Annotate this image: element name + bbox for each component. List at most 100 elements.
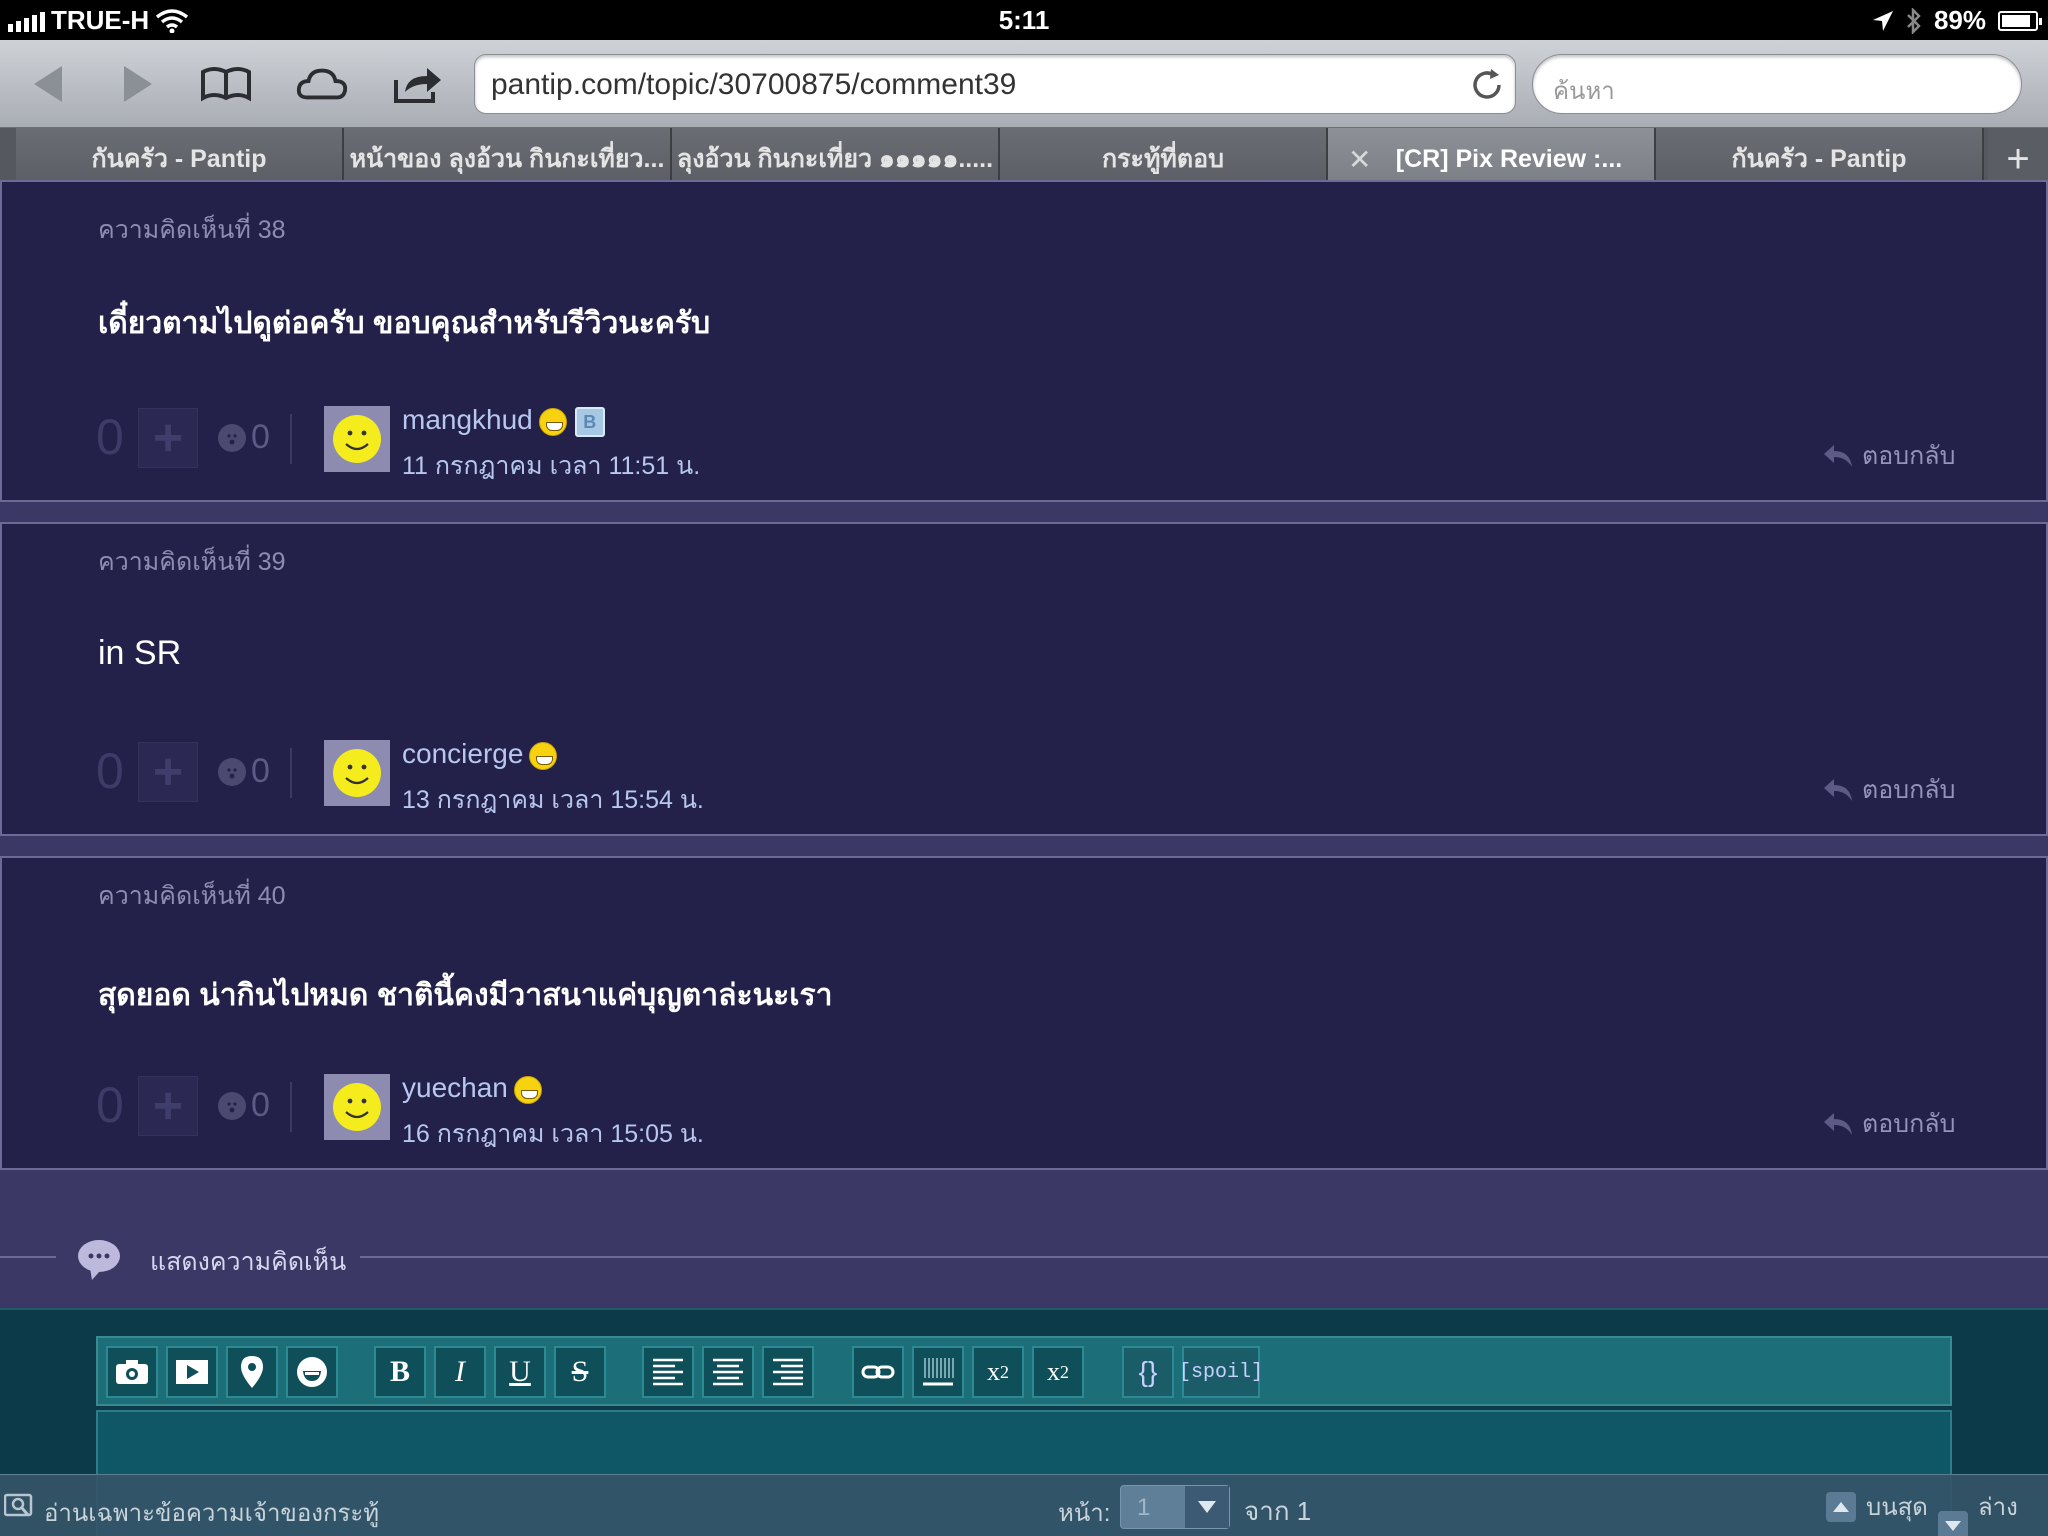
superscript-exp: 2 (1000, 1361, 1009, 1382)
code-button[interactable]: {} (1122, 1346, 1174, 1398)
forward-button[interactable] (112, 58, 164, 110)
page-select-value: 1 (1137, 1494, 1151, 1521)
italic-button[interactable]: I (434, 1346, 486, 1398)
laugh-emoji-icon (513, 1075, 542, 1104)
search-field[interactable]: ค้นหา (1532, 54, 2022, 114)
browser-toolbar: pantip.com/topic/30700875/comment39 ค้นห… (0, 40, 2048, 128)
share-icon (394, 68, 441, 103)
reload-icon[interactable] (1469, 67, 1505, 103)
insert-photo-button[interactable] (106, 1346, 158, 1398)
plus-vote-button[interactable]: + (138, 408, 198, 468)
username-link[interactable]: yuechan (402, 1072, 508, 1103)
align-center-button[interactable] (702, 1346, 754, 1398)
superscript-button[interactable]: x2 (972, 1346, 1024, 1398)
bookmarks-button[interactable] (200, 58, 252, 110)
comment-date: 16 กรกฎาคม เวลา 15:05 น. (402, 1120, 704, 1148)
reply-label: ตอบกลับ (1862, 776, 1956, 804)
comment-card: ความคิดเห็นที่ 39 in SR 0 + 0 concierge … (0, 522, 2048, 836)
reply-arrow-icon (1824, 1113, 1852, 1135)
username-link[interactable]: concierge (402, 738, 523, 769)
page-total: จาก 1 (1244, 1496, 1312, 1526)
bottom-nav-bar: อ่านเฉพาะข้อความเจ้าของกระทู้ หน้า: 1 จา… (0, 1474, 2048, 1536)
owner-filter-icon[interactable] (4, 1491, 36, 1521)
insert-map-button[interactable] (226, 1346, 278, 1398)
comment-card: ความคิดเห็นที่ 38 เดี๋ยวตามไปดูต่อครับ ข… (0, 180, 2048, 502)
tab-label: กันครัว - Pantip (1731, 145, 1907, 173)
smiley-avatar-icon (333, 1083, 381, 1131)
username-link[interactable]: mangkhud (402, 404, 533, 435)
comment-date: 13 กรกฎาคม เวลา 15:54 น. (402, 786, 704, 814)
insert-link-button[interactable] (852, 1346, 904, 1398)
back-arrow-icon (34, 66, 62, 102)
scroll-bottom-button[interactable]: ล่างสุด (1938, 1487, 2048, 1536)
emotion-count: 0 (251, 418, 270, 456)
insert-hr-button[interactable] (912, 1346, 964, 1398)
avatar[interactable] (324, 406, 390, 472)
status-bar: TRUE-H 5:11 89% (0, 0, 2048, 40)
back-button[interactable] (22, 58, 74, 110)
align-right-button[interactable] (762, 1346, 814, 1398)
vote-count: 0 (96, 743, 124, 799)
emoticon-icon (297, 1357, 327, 1387)
username-row: mangkhud B (402, 404, 605, 437)
horizontal-rule-icon (923, 1358, 954, 1386)
emotion-count: 0 (251, 1086, 270, 1124)
comment-number: ความคิดเห็นที่ 40 (98, 882, 286, 910)
icloud-tabs-button[interactable] (296, 58, 348, 110)
comment-number: ความคิดเห็นที่ 38 (98, 216, 286, 244)
page-select-arrow[interactable] (1185, 1486, 1229, 1528)
forward-arrow-icon (124, 66, 152, 102)
superscript-base: x (987, 1357, 1000, 1386)
divider (360, 1256, 2048, 1258)
url-text: pantip.com/topic/30700875/comment39 (491, 68, 1017, 101)
close-tab-icon[interactable]: ✕ (1348, 143, 1371, 176)
page-select[interactable]: 1 (1120, 1485, 1230, 1529)
up-arrow-icon (1826, 1491, 1856, 1522)
align-left-button[interactable] (642, 1346, 694, 1398)
smiley-avatar-icon (333, 415, 381, 463)
divider (290, 1082, 292, 1132)
subscript-button[interactable]: x2 (1032, 1346, 1084, 1398)
share-button[interactable] (392, 58, 444, 110)
tab-label: ลุงอ้วน กินกะเที่ยว ๑๑๑๑๑..... (676, 145, 994, 173)
align-center-icon (713, 1358, 743, 1386)
tab-label: กระทู้ที่ตอบ (1101, 145, 1225, 173)
username-row: concierge (402, 738, 558, 770)
comment-number: ความคิดเห็นที่ 39 (98, 548, 286, 576)
comment-body: เดี๋ยวตามไปดูต่อครับ ขอบคุณสำหรับรีวิวนะ… (98, 307, 711, 340)
location-arrow-icon (1872, 10, 1893, 31)
chevron-down-icon (1198, 1501, 1216, 1513)
emotion-icon[interactable] (218, 424, 246, 452)
camera-icon (116, 1360, 148, 1384)
tab-label: [CR] Pix Review :... (1395, 144, 1623, 173)
emotion-icon[interactable] (218, 758, 246, 786)
comment-form-header: แสดงความคิดเห็น (0, 1226, 2048, 1286)
bold-button[interactable]: B (374, 1346, 426, 1398)
align-left-icon (653, 1358, 683, 1386)
laugh-emoji-icon (538, 407, 567, 436)
reply-arrow-icon (1824, 779, 1852, 801)
underline-button[interactable]: U (494, 1346, 546, 1398)
bluetooth-icon (1907, 7, 1921, 34)
insert-video-button[interactable] (166, 1346, 218, 1398)
strikethrough-button[interactable]: S (554, 1346, 606, 1398)
avatar[interactable] (324, 740, 390, 806)
owner-only-link[interactable]: อ่านเฉพาะข้อความเจ้าของกระทู้ (44, 1493, 379, 1532)
spoiler-button[interactable]: [spoil] (1179, 1346, 1263, 1398)
plus-vote-button[interactable]: + (138, 742, 198, 802)
plus-vote-button[interactable]: + (138, 1076, 198, 1136)
avatar[interactable] (324, 1074, 390, 1140)
reply-button[interactable]: ตอบกลับ (1822, 770, 1955, 810)
face-icon (227, 1102, 237, 1113)
address-bar[interactable]: pantip.com/topic/30700875/comment39 (474, 54, 1516, 114)
editor-toolbar: B I U S x2 x2 {} [spoil] (96, 1336, 1952, 1406)
align-right-icon (773, 1358, 803, 1386)
divider (0, 1256, 56, 1258)
comment-body: in SR (98, 634, 182, 672)
reply-button[interactable]: ตอบกลับ (1822, 1104, 1955, 1144)
face-icon (227, 768, 237, 779)
insert-emoticon-button[interactable] (286, 1346, 338, 1398)
emotion-icon[interactable] (218, 1092, 246, 1120)
reply-button[interactable]: ตอบกลับ (1822, 436, 1955, 476)
scroll-top-button[interactable]: บนสุด (1826, 1487, 1928, 1526)
